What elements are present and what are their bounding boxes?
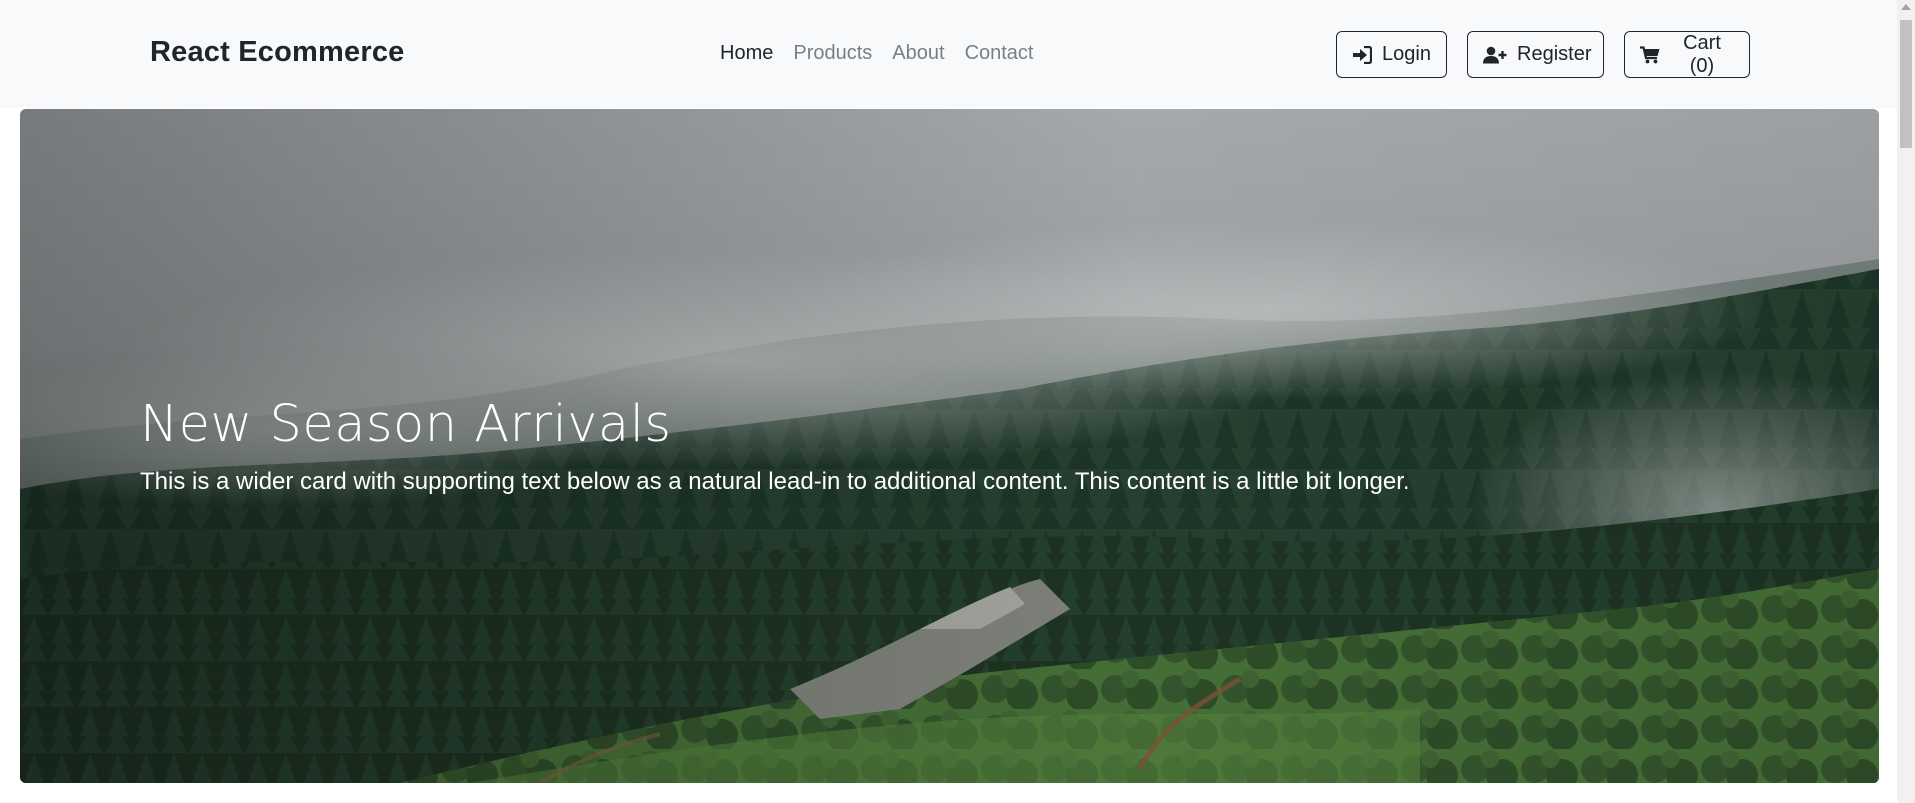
nav-links: Home Products About Contact [720, 42, 1034, 65]
scroll-thumb[interactable] [1900, 20, 1912, 148]
register-label: Register [1517, 43, 1592, 65]
nav-buttons: Login Register Cart (0) [1336, 31, 1750, 78]
hero-title: New Season Arrivals [140, 395, 672, 454]
login-label: Login [1382, 43, 1431, 65]
page: React Ecommerce Home Products About Cont… [0, 0, 1915, 803]
nav-link-home[interactable]: Home [720, 42, 773, 65]
nav-link-contact[interactable]: Contact [965, 42, 1034, 65]
register-button[interactable]: Register [1467, 31, 1604, 78]
cart-button[interactable]: Cart (0) [1624, 31, 1750, 78]
nav-link-about[interactable]: About [892, 42, 944, 65]
nav-link-products[interactable]: Products [793, 42, 872, 65]
navbar: React Ecommerce Home Products About Cont… [0, 0, 1897, 108]
hero-text: This is a wider card with supporting tex… [140, 468, 1410, 495]
hero-card: New Season Arrivals This is a wider card… [20, 109, 1879, 783]
scroll-up-icon[interactable] [1901, 4, 1911, 10]
vertical-scrollbar[interactable] [1897, 0, 1915, 803]
sign-in-icon [1352, 45, 1372, 64]
brand-logo[interactable]: React Ecommerce [150, 36, 404, 69]
login-button[interactable]: Login [1336, 31, 1447, 78]
shopping-cart-icon [1640, 45, 1660, 64]
user-plus-icon [1483, 46, 1507, 64]
cart-label: Cart (0) [1683, 31, 1721, 77]
